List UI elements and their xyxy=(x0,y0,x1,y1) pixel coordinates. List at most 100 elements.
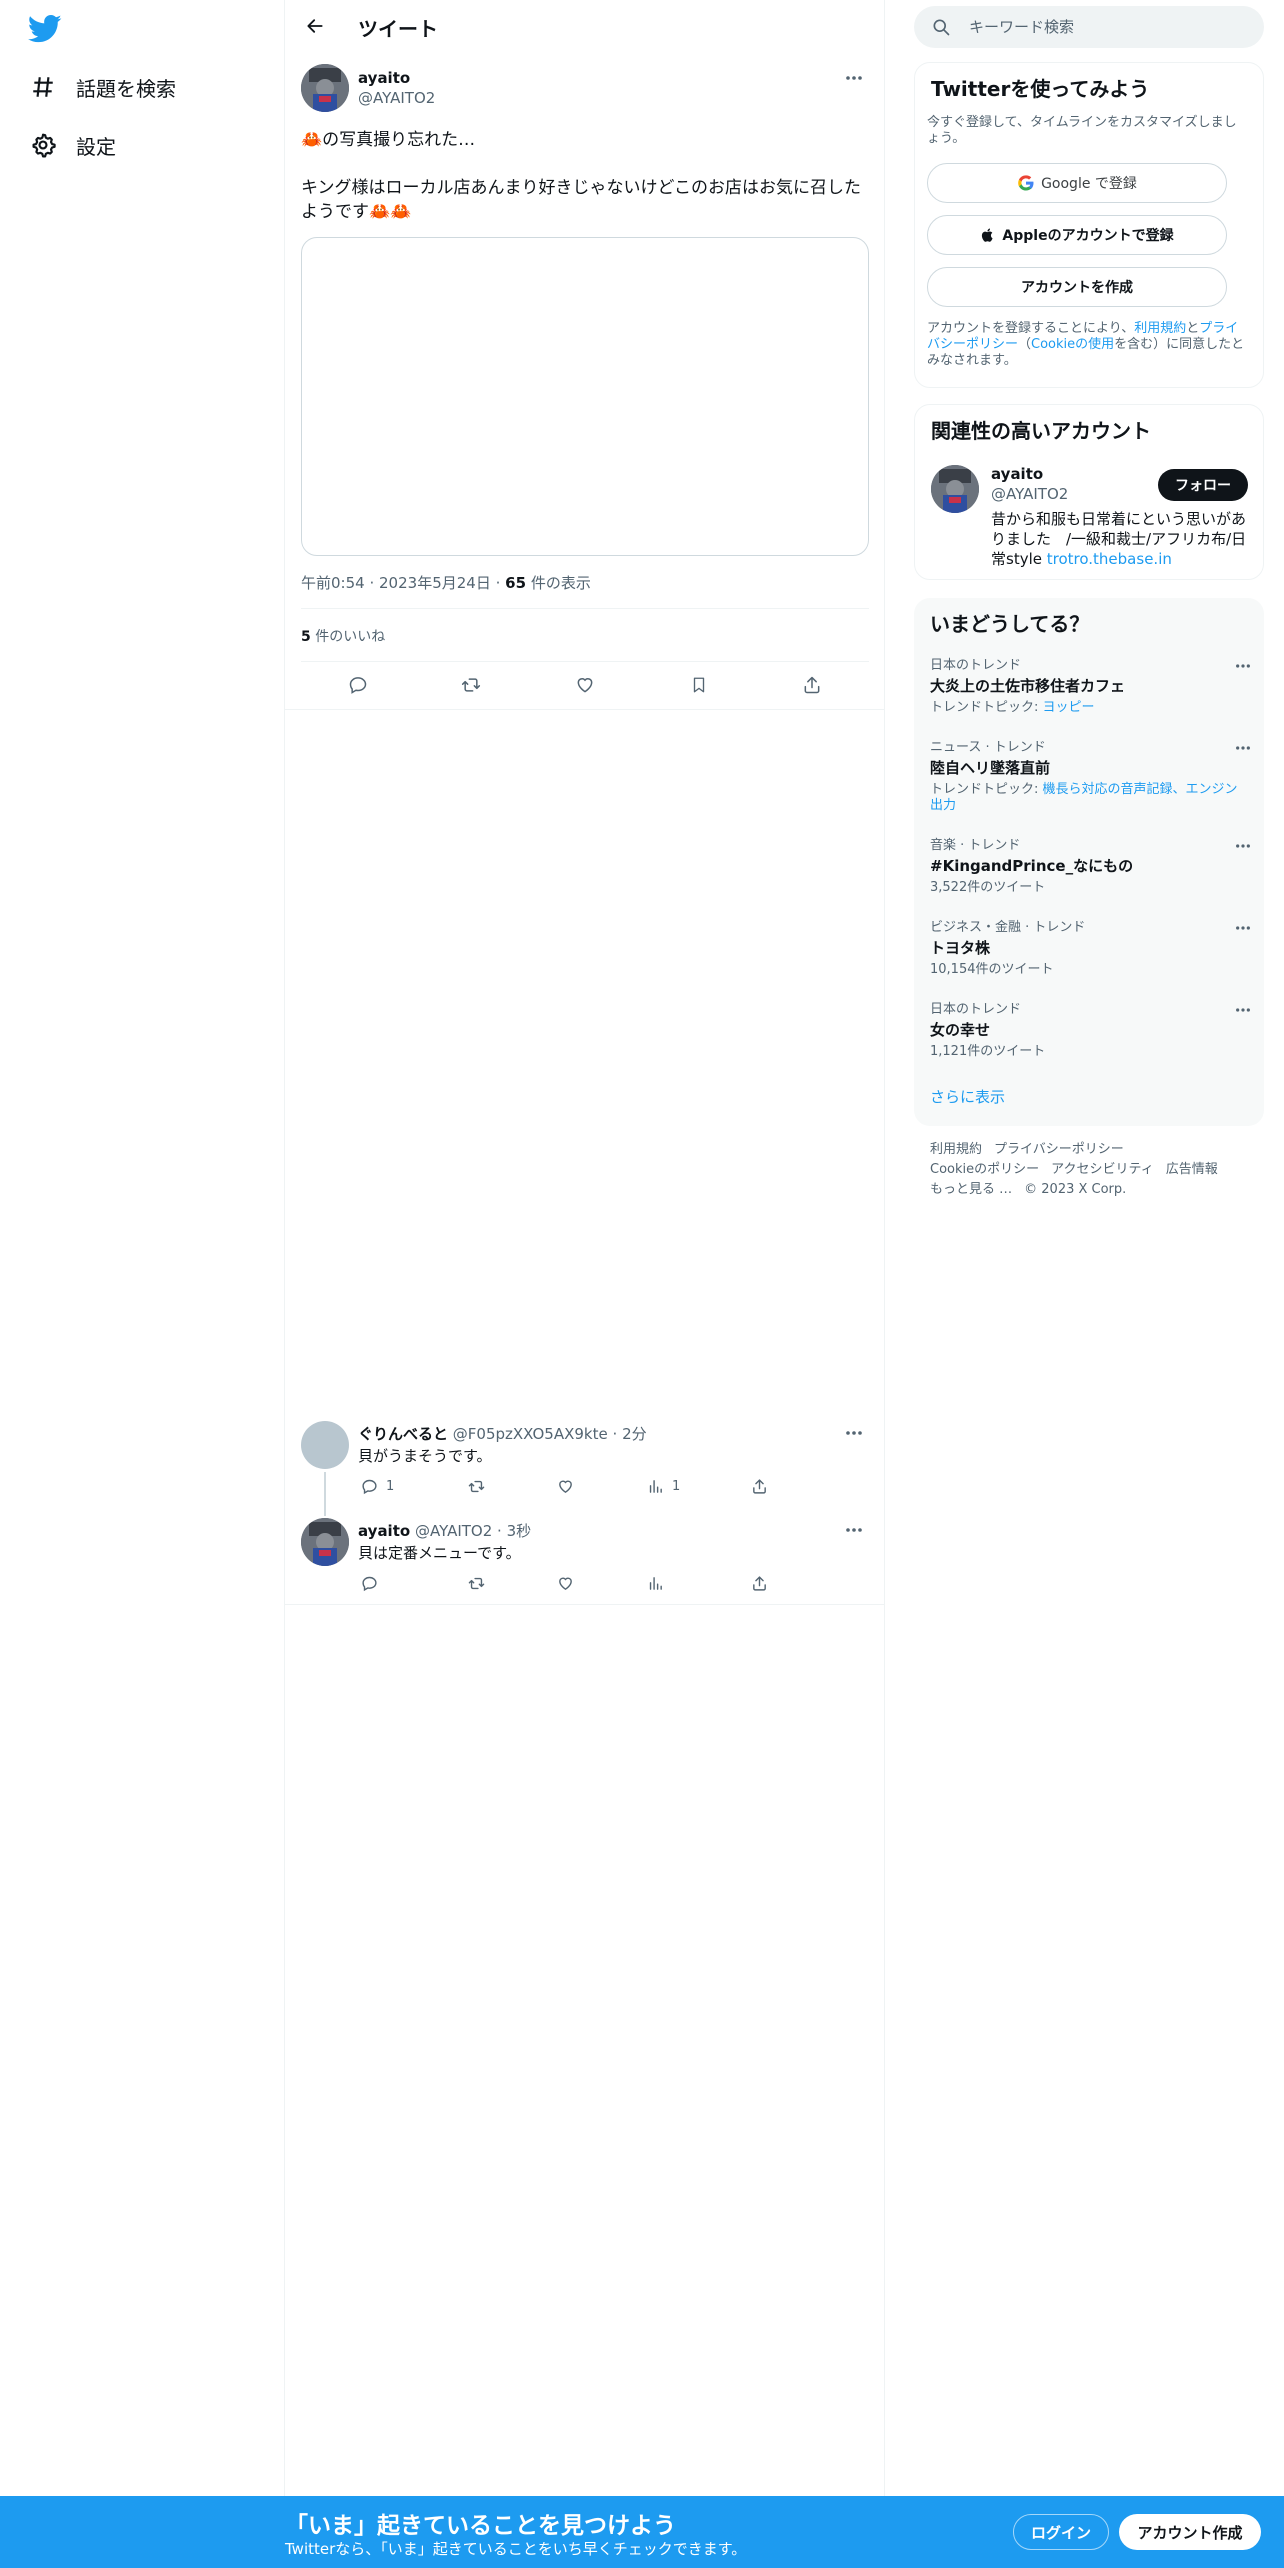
share-button[interactable] xyxy=(792,665,832,705)
reply-author-handle[interactable]: @AYAITO2 xyxy=(415,1522,492,1540)
more-options-button[interactable] xyxy=(1228,736,1258,760)
like-button[interactable] xyxy=(565,665,605,705)
footer-link[interactable]: プライバシーポリシー xyxy=(994,1142,1124,1157)
likes-row[interactable]: 5 件のいいね xyxy=(301,626,385,646)
reply-time[interactable]: 3秒 xyxy=(507,1522,532,1540)
reply-action-bar: 1 1 xyxy=(351,1471,791,1501)
nav-item-settings[interactable]: 設定 xyxy=(28,125,116,165)
search-input[interactable] xyxy=(969,18,1249,36)
signup-button[interactable]: アカウント作成 xyxy=(1119,2514,1261,2550)
reply-time[interactable]: 2分 xyxy=(622,1425,647,1443)
tweet-action-bar xyxy=(301,664,869,706)
search-bar[interactable] xyxy=(914,6,1264,48)
create-account-button[interactable]: アカウントを作成 xyxy=(927,267,1227,307)
reply-button[interactable] xyxy=(361,1568,386,1598)
google-signup-label: Google で登録 xyxy=(1041,176,1137,192)
more-options-button[interactable] xyxy=(839,1421,869,1445)
reply-button[interactable] xyxy=(338,665,378,705)
trends-title: いまどうしてる？ xyxy=(930,612,1090,636)
google-signup-button[interactable]: Google で登録 xyxy=(927,163,1227,203)
reply-text: 貝は定番メニューです。 xyxy=(358,1544,521,1562)
tweet-time[interactable]: 午前0:54 xyxy=(301,574,365,592)
footer-link[interactable]: もっと見る … xyxy=(930,1182,1012,1197)
more-options-button[interactable] xyxy=(1228,916,1258,940)
separator: · xyxy=(612,1425,623,1443)
trend-tweet-count: 3,522件のツイート xyxy=(930,880,1046,895)
separator: · xyxy=(497,1522,507,1540)
reply-button[interactable]: 1 xyxy=(361,1471,394,1501)
avatar[interactable] xyxy=(931,465,979,513)
avatar[interactable] xyxy=(301,1421,349,1469)
likes-count: 5 xyxy=(301,629,311,645)
trend-name: #KingandPrince_なにもの xyxy=(930,857,1134,875)
related-account-handle[interactable]: @AYAITO2 xyxy=(991,485,1068,503)
nav-item-explore[interactable]: 話題を検索 xyxy=(28,67,176,107)
like-button[interactable] xyxy=(557,1471,574,1501)
footer-link[interactable]: 利用規約 xyxy=(930,1142,982,1157)
retweet-button[interactable] xyxy=(467,1471,486,1501)
trend-context: ビジネス・金融 · トレンド xyxy=(930,920,1086,935)
trend-item[interactable]: 音楽 · トレンド #KingandPrince_なにもの 3,522件のツイー… xyxy=(930,838,1250,896)
footer-link[interactable]: アクセシビリティ xyxy=(1051,1162,1154,1177)
more-options-button[interactable] xyxy=(1228,834,1258,858)
retweet-button[interactable] xyxy=(467,1568,486,1598)
more-options-button[interactable] xyxy=(1228,654,1258,678)
tweet-author: ayaito @AYAITO2 xyxy=(301,64,869,116)
footer-link[interactable]: Cookieのポリシー xyxy=(930,1162,1039,1177)
signup-card: Twitterを使ってみよう 今すぐ登録して、タイムラインをカスタマイズしましょ… xyxy=(914,62,1264,388)
avatar[interactable] xyxy=(301,1518,349,1566)
like-button[interactable] xyxy=(557,1568,574,1598)
divider xyxy=(301,608,869,609)
author-handle[interactable]: @AYAITO2 xyxy=(358,89,435,107)
show-more-link[interactable]: さらに表示 xyxy=(930,1086,1005,1107)
views-button[interactable] xyxy=(647,1568,672,1598)
tweet-date[interactable]: 2023年5月24日 xyxy=(379,574,491,592)
trend-item[interactable]: 日本のトレンド 大炎上の土佐市移住者カフェ トレンドトピック: ヨッピー xyxy=(930,658,1250,716)
reply-author-name[interactable]: ぐりんべると xyxy=(358,1425,448,1443)
twitter-bird-icon[interactable] xyxy=(27,14,62,44)
trend-item[interactable]: 日本のトレンド 女の幸せ 1,121件のツイート xyxy=(930,1002,1250,1060)
more-dots-icon xyxy=(1236,926,1250,930)
apple-signup-button[interactable]: Appleのアカウントで登録 xyxy=(927,215,1227,255)
apple-signup-label: Appleのアカウントで登録 xyxy=(1002,228,1174,244)
trend-item[interactable]: ビジネス・金融 · トレンド トヨタ株 10,154件のツイート xyxy=(930,920,1250,978)
arrow-left-icon xyxy=(307,19,323,33)
share-button[interactable] xyxy=(751,1471,768,1501)
prompt-title: 「いま」起きていることを見つけよう xyxy=(285,2513,676,2539)
reply-author-name[interactable]: ayaito xyxy=(358,1522,410,1540)
more-dots-icon xyxy=(1236,746,1250,750)
heart-icon xyxy=(577,678,593,693)
bookmark-button[interactable] xyxy=(679,665,719,705)
terms-link[interactable]: 利用規約 xyxy=(1134,321,1186,336)
trend-context: 音楽 · トレンド xyxy=(930,838,1021,853)
left-navigation: 話題を検索 設定 xyxy=(0,0,285,2496)
footer-link[interactable]: 広告情報 xyxy=(1166,1162,1218,1177)
bar-chart-icon xyxy=(649,1479,662,1493)
login-button[interactable]: ログイン xyxy=(1013,2514,1109,2550)
tweet-media[interactable] xyxy=(301,237,869,556)
more-dots-icon xyxy=(846,1528,862,1532)
more-options-button[interactable] xyxy=(839,66,869,90)
retweet-icon xyxy=(468,1577,485,1589)
signup-legal-text: アカウントを登録することにより、利用規約とプライバシーポリシー（Cookieの使… xyxy=(927,321,1247,369)
copyright: © 2023 X Corp. xyxy=(1024,1182,1127,1197)
reply-author-handle[interactable]: @F05pzXXO5AX9kte xyxy=(453,1425,608,1443)
views-button[interactable]: 1 xyxy=(647,1471,680,1501)
cookie-link[interactable]: Cookieの使用 xyxy=(1031,337,1114,352)
bio-link[interactable]: trotro.thebase.in xyxy=(1047,550,1172,568)
retweet-button[interactable] xyxy=(451,665,491,705)
related-account-name[interactable]: ayaito xyxy=(991,465,1043,483)
more-options-button[interactable] xyxy=(1228,998,1258,1022)
more-options-button[interactable] xyxy=(839,1518,869,1542)
trend-topic-link[interactable]: ヨッピー xyxy=(1043,700,1095,715)
trend-item[interactable]: ニュース · トレンド 陸自ヘリ墜落直前 トレンドトピック: 機長ら対応の音声記… xyxy=(930,740,1250,814)
main-column: ツイート ayaito @AYAITO2 🦀の写真撮り忘れた… キング様はローカ… xyxy=(285,0,885,2496)
back-button[interactable] xyxy=(297,8,333,44)
share-button[interactable] xyxy=(751,1568,768,1598)
views-count: 1 xyxy=(672,1478,681,1494)
more-dots-icon xyxy=(1236,844,1250,848)
follow-button[interactable]: フォロー xyxy=(1158,469,1248,501)
author-name[interactable]: ayaito xyxy=(358,69,410,87)
prompt-subtitle: Twitterなら、「いま」起きていることをいち早くチェックできます。 xyxy=(285,2540,747,2558)
avatar[interactable] xyxy=(301,64,349,112)
